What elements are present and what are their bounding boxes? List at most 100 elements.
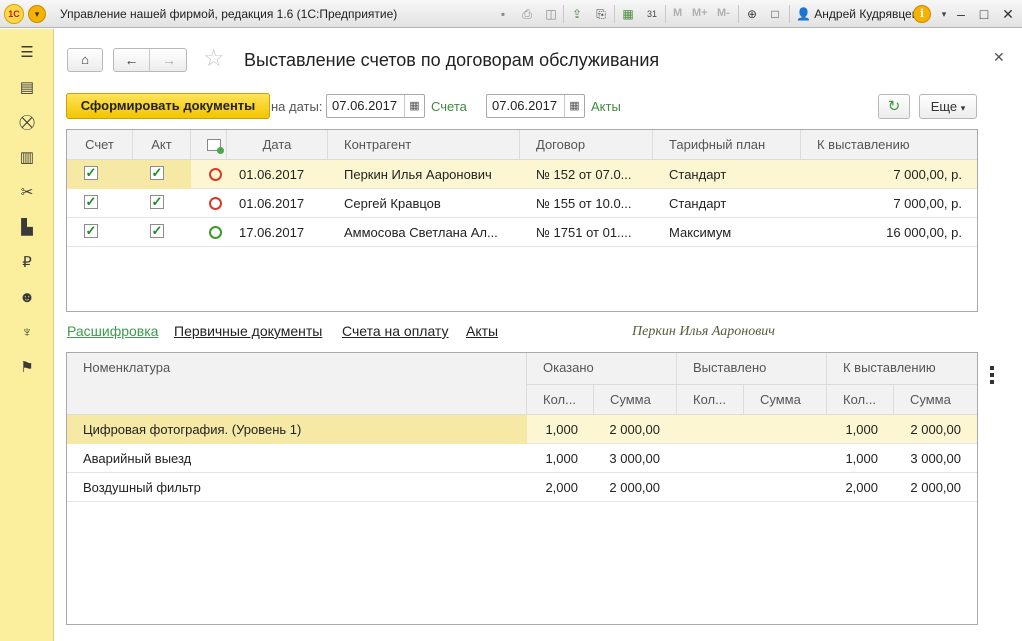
column-counterparty[interactable]: Контрагент xyxy=(328,130,520,160)
current-user[interactable]: 👤 Андрей Кудрявцев xyxy=(796,7,918,21)
ruble-icon[interactable]: ₽ xyxy=(16,252,38,274)
row-rendered-sum: 2 000,00 xyxy=(609,422,660,437)
tab-primary-documents[interactable]: Первичные документы xyxy=(174,323,322,339)
column-to-bill[interactable]: К выставлению xyxy=(801,130,977,160)
emblem-icon[interactable]: ♆ xyxy=(16,322,38,344)
calendar-icon[interactable]: ▦ xyxy=(564,95,584,117)
info-button[interactable]: i xyxy=(913,5,931,23)
act-cell: ✓ xyxy=(133,218,191,247)
basket-icon[interactable]: ⛒ xyxy=(16,112,38,134)
row-contract: № 155 от 10.0... xyxy=(536,196,632,211)
history-icon[interactable]: ⎘ xyxy=(592,5,610,23)
details-table-header: Номенклатура Оказано Выставлено К выстав… xyxy=(67,353,977,415)
column-contract[interactable]: Договор xyxy=(520,130,653,160)
act-checkbox[interactable]: ✓ xyxy=(150,166,164,180)
menu-icon[interactable]: ☰ xyxy=(16,42,38,64)
act-checkbox[interactable]: ✓ xyxy=(150,195,164,209)
favorite-star-icon[interactable]: ☆ xyxy=(203,46,225,72)
row-rendered-qty: 1,000 xyxy=(545,451,578,466)
column-date[interactable]: Дата xyxy=(227,130,328,160)
home-button[interactable]: ⌂ xyxy=(67,48,103,72)
row-tariff: Стандарт xyxy=(669,167,727,182)
table-row[interactable]: ✓ ✓ 01.06.2017 Сергей Кравцов № 155 от 1… xyxy=(67,189,977,218)
column-group-to-bill: К выставлению xyxy=(843,360,936,375)
people-icon[interactable]: ☻ xyxy=(16,287,38,309)
row-contract: № 1751 от 01.... xyxy=(536,225,632,240)
column-invoice[interactable]: Счет xyxy=(67,130,133,160)
table-row[interactable]: Воздушный фильтр 2,000 2 000,00 2,000 2 … xyxy=(67,473,977,502)
memory-minus-button[interactable]: M- xyxy=(717,7,730,19)
invoice-date-field[interactable]: 07.06.2017 ▦ xyxy=(326,94,425,118)
factory-icon[interactable]: ▙ xyxy=(16,217,38,239)
row-amount: 7 000,00, р. xyxy=(893,196,962,211)
close-form-icon[interactable]: ✕ xyxy=(993,49,1005,66)
table-row[interactable]: ✓ ✓ 17.06.2017 Аммосова Светлана Ал... №… xyxy=(67,218,977,247)
row-billed-sum xyxy=(744,415,810,444)
memory-m-button[interactable]: M xyxy=(673,7,682,19)
calendar-icon[interactable]: 31 xyxy=(643,5,661,23)
zoom-icon[interactable]: ⊕ xyxy=(743,5,761,23)
column-act[interactable]: Акт xyxy=(133,130,191,160)
table-row[interactable]: Цифровая фотография. (Уровень 1) 1,000 2… xyxy=(67,415,977,444)
minimize-button[interactable]: – xyxy=(950,4,972,24)
row-to-bill-sum: 2 000,00 xyxy=(910,480,961,495)
invoice-checkbox[interactable]: ✓ xyxy=(84,224,98,238)
invoice-checkbox[interactable]: ✓ xyxy=(84,166,98,180)
table-row[interactable]: ✓ ✓ 01.06.2017 Перкин Илья Ааронович № 1… xyxy=(67,160,977,189)
main-menu-button[interactable]: ▾ xyxy=(28,5,46,23)
row-billed-qty xyxy=(677,444,728,473)
column-billed-qty[interactable]: Кол... xyxy=(677,384,744,415)
row-rendered-qty: 1,000 xyxy=(545,422,578,437)
row-date: 01.06.2017 xyxy=(239,196,305,211)
column-to-bill-sum[interactable]: Сумма xyxy=(894,384,977,415)
refresh-button[interactable]: ↻ xyxy=(878,94,910,119)
calendar-icon[interactable]: ▦ xyxy=(404,95,424,117)
row-billed-qty xyxy=(677,473,728,502)
column-status[interactable] xyxy=(191,130,227,160)
table-row[interactable]: Аварийный выезд 1,000 3 000,00 1,000 3 0… xyxy=(67,444,977,473)
tab-acts[interactable]: Акты xyxy=(466,323,498,339)
tab-invoices[interactable]: Счета на оплату xyxy=(342,323,449,339)
flag-icon[interactable]: ⚑ xyxy=(16,357,38,379)
row-rendered-sum: 3 000,00 xyxy=(609,451,660,466)
back-button[interactable]: ← xyxy=(114,49,150,71)
warehouse-icon[interactable]: ▥ xyxy=(16,147,38,169)
act-checkbox[interactable]: ✓ xyxy=(150,224,164,238)
row-to-bill-qty: 1,000 xyxy=(845,422,878,437)
maximize-button[interactable]: □ xyxy=(973,4,995,24)
details-table: Номенклатура Оказано Выставлено К выстав… xyxy=(66,352,978,625)
desktop-icon[interactable]: ▤ xyxy=(16,77,38,99)
column-nomenclature[interactable]: Номенклатура xyxy=(67,353,527,415)
document-status-icon xyxy=(207,139,224,154)
close-window-button[interactable]: ✕ xyxy=(997,4,1019,24)
refresh-icon: ↻ xyxy=(887,98,901,115)
status-red-icon xyxy=(209,197,222,210)
column-billed-sum[interactable]: Сумма xyxy=(744,384,827,415)
column-to-bill-qty[interactable]: Кол... xyxy=(827,384,894,415)
more-button[interactable]: Еще ▾ xyxy=(919,94,977,119)
generate-documents-button[interactable]: Сформировать документы xyxy=(66,93,270,119)
tools-icon[interactable]: ✂ xyxy=(16,182,38,204)
column-rendered-qty[interactable]: Кол... xyxy=(527,384,594,415)
column-rendered-sum[interactable]: Сумма xyxy=(594,384,677,415)
tab-decoding[interactable]: Расшифровка xyxy=(67,323,158,339)
memory-plus-button[interactable]: M+ xyxy=(692,7,708,19)
toolbar-separator xyxy=(665,5,666,23)
act-date-label: Акты xyxy=(591,99,621,114)
act-date-field[interactable]: 07.06.2017 ▦ xyxy=(486,94,585,118)
more-actions-icon[interactable] xyxy=(990,366,996,387)
preview-icon[interactable]: ◫ xyxy=(542,5,560,23)
forward-button[interactable]: → xyxy=(151,49,187,71)
row-tariff: Стандарт xyxy=(669,196,727,211)
calculator-icon[interactable]: ▦ xyxy=(619,5,637,23)
save-icon[interactable]: ▪ xyxy=(494,5,512,23)
toolbar-separator xyxy=(563,5,564,23)
column-group-billed: Выставлено xyxy=(677,353,827,384)
column-tariff[interactable]: Тарифный план xyxy=(653,130,801,160)
row-billed-sum xyxy=(744,473,810,502)
fullscreen-icon[interactable]: □ xyxy=(766,5,784,23)
print-icon[interactable]: ⎙ xyxy=(518,5,536,23)
row-rendered-sum: 2 000,00 xyxy=(609,480,660,495)
link-icon[interactable]: ⇪ xyxy=(568,5,586,23)
invoice-checkbox[interactable]: ✓ xyxy=(84,195,98,209)
